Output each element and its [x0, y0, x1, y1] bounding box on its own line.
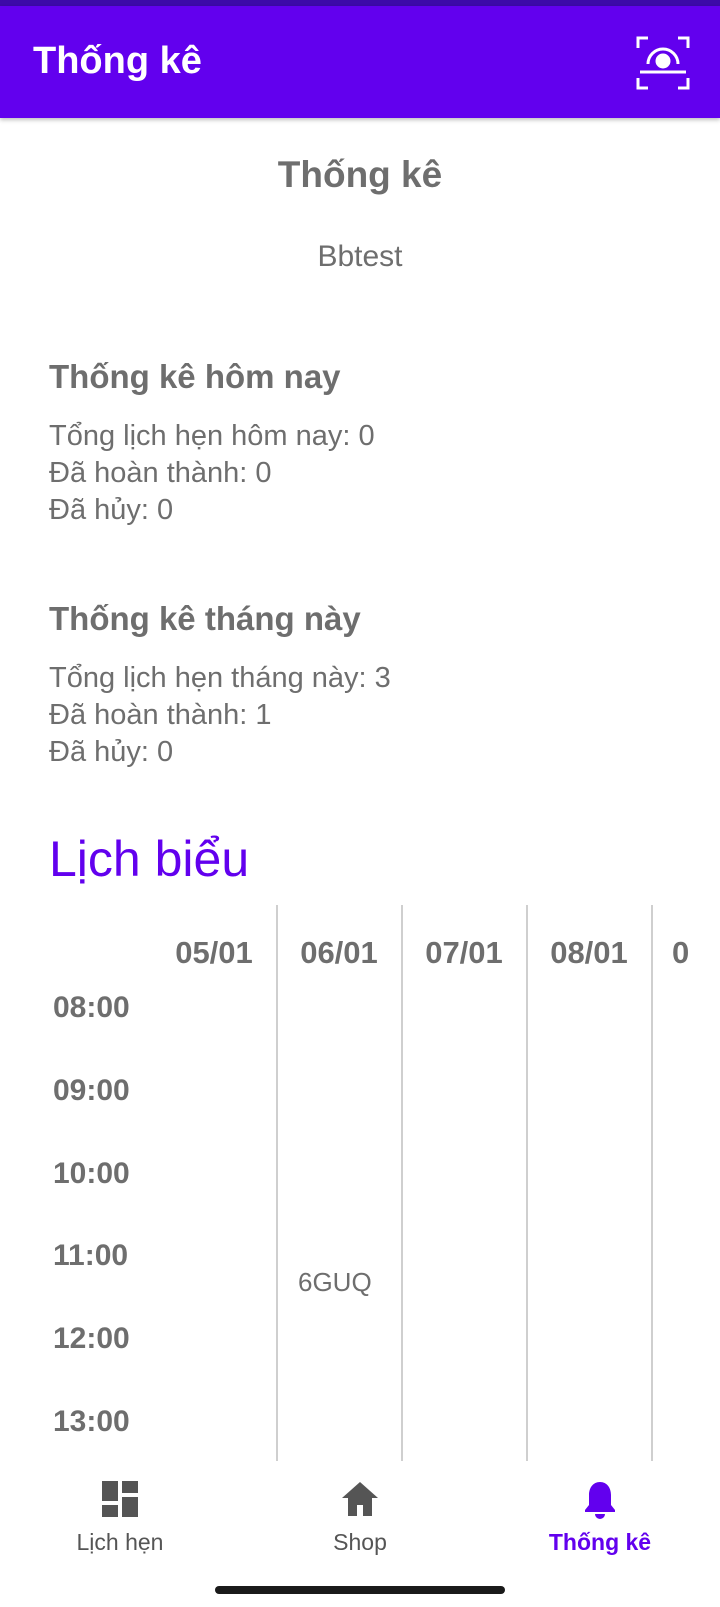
- nav-item-shop[interactable]: Shop: [240, 1461, 480, 1561]
- month-stats-title: Thống kê tháng này: [49, 600, 361, 637]
- time-label: 11:00: [53, 1239, 129, 1272]
- home-icon: [342, 1482, 378, 1516]
- nav-label: Lịch hẹn: [76, 1529, 164, 1555]
- today-cancelled: Đã hủy: 0: [49, 494, 174, 526]
- today-stats-title: Thống kê hôm nay: [49, 358, 341, 395]
- appointment-entry[interactable]: 6GUQ: [298, 1267, 372, 1298]
- month-total: Tổng lịch hẹn tháng này: 3: [49, 662, 391, 694]
- app-bar: Thống kê: [0, 6, 720, 118]
- month-completed: Đã hoàn thành: 1: [49, 699, 272, 731]
- day-header: 08/01: [550, 935, 628, 970]
- month-cancelled: Đã hủy: 0: [49, 736, 174, 768]
- page-title: Thống kê: [277, 154, 443, 195]
- day-header: 07/01: [425, 935, 503, 970]
- day-header: 05/01: [175, 935, 253, 970]
- face-scan-icon: [636, 36, 690, 90]
- time-label: 13:00: [53, 1405, 130, 1438]
- nav-item-statistics[interactable]: Thống kê: [480, 1461, 720, 1561]
- schedule-grid[interactable]: 05/01 06/01 07/01 08/01 0 08:00 09:00 10…: [0, 905, 720, 1461]
- time-label: 12:00: [53, 1322, 130, 1355]
- dashboard-icon: [102, 1481, 138, 1517]
- nav-item-appointments[interactable]: Lịch hẹn: [0, 1461, 240, 1561]
- today-total: Tổng lịch hẹn hôm nay: 0: [49, 420, 375, 452]
- nav-label: Shop: [333, 1529, 387, 1555]
- time-label: 08:00: [53, 991, 130, 1024]
- time-label: 10:00: [53, 1157, 130, 1190]
- day-header: 06/01: [300, 935, 378, 970]
- schedule-title: Lịch biểu: [49, 831, 250, 887]
- face-scan-button[interactable]: [634, 34, 692, 92]
- grid-divider: [526, 905, 528, 1461]
- shop-name: Bbtest: [317, 240, 403, 273]
- app-bar-title: Thống kê: [33, 40, 202, 82]
- home-indicator[interactable]: [215, 1586, 505, 1594]
- grid-divider: [401, 905, 403, 1461]
- nav-label: Thống kê: [548, 1529, 652, 1555]
- today-completed: Đã hoàn thành: 0: [49, 457, 272, 489]
- time-label: 09:00: [53, 1074, 130, 1107]
- bell-icon: [585, 1482, 615, 1519]
- grid-divider: [651, 905, 653, 1461]
- day-header: 0: [672, 935, 690, 970]
- grid-divider: [276, 905, 278, 1461]
